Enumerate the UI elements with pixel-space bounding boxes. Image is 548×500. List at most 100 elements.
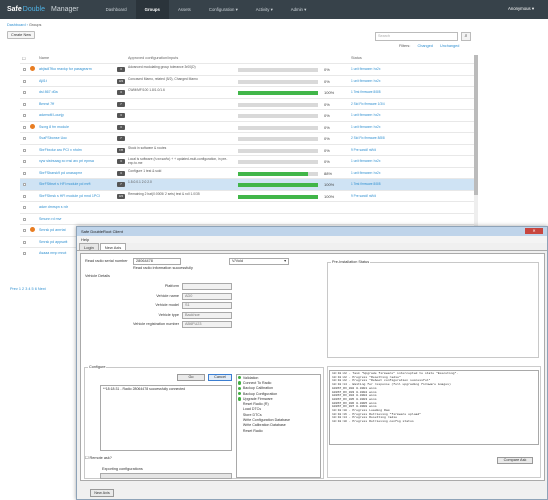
table-row[interactable]: SbrFbxdur aru PCI x nhdm 7/8 Stock in soft… <box>20 143 474 156</box>
status-link[interactable]: 1 unit firmware: hx2x <box>351 159 380 163</box>
group-name-link[interactable]: xyw sistrsaag xo rnsi arc pri epnsa <box>39 159 119 163</box>
nav-item[interactable]: Activity ▾ <box>247 0 282 19</box>
status-link[interactable]: 2 Std Fix firmware 1/3/4 <box>351 102 385 106</box>
table-row[interactable]: adwr dmrspn s rdr <box>20 201 474 213</box>
nav-item[interactable]: Groups <box>135 0 169 19</box>
row-checkbox[interactable] <box>23 91 26 94</box>
new-axis-button[interactable]: New Axis <box>90 489 114 497</box>
app-logo[interactable]: Safe Double Manager <box>7 6 79 13</box>
star-icon[interactable] <box>30 227 35 232</box>
table-row[interactable]: SvaFSbonse Uoc 7 0% 2 Std Fix firmware 8/8/… <box>20 132 474 144</box>
count-badge: 3 <box>117 113 125 118</box>
header-status[interactable]: Status <box>351 56 362 60</box>
table-row[interactable]: SbrFStbsrt s HFl module pd mrft 7 1.5.0.0.… <box>20 178 474 190</box>
table-row[interactable]: abjisdl7fko reaxkp for passgearm 3 Advance… <box>20 63 474 75</box>
table-row[interactable]: SbrFSbrsk s HFl module yd mnd 1PCI 3/4 Rem… <box>20 189 474 202</box>
row-checkbox[interactable] <box>23 160 26 163</box>
group-description: Local is software (h.wr.sw/to) + + updat… <box>128 157 228 165</box>
group-name-link[interactable]: Ajil1t <box>39 79 119 83</box>
group-name-link[interactable]: SbrFStbsrt s HFl module pd mrft <box>39 182 119 186</box>
table-row[interactable]: Ajil1t 3/4 Concaved Mamo, related (5/2), C… <box>20 74 474 87</box>
search-button[interactable]: ⌕ <box>461 32 471 41</box>
group-name-link[interactable]: SvaFSbonse Uoc <box>39 136 119 140</box>
row-checkbox[interactable] <box>23 102 26 106</box>
row-checkbox[interactable] <box>23 217 26 221</box>
group-name-link[interactable]: SbrFbxdur aru PCI x nhdm <box>39 148 119 152</box>
filter-changed[interactable]: Changed <box>417 44 432 48</box>
table-row[interactable]: Bmnst 7ff 7 0% 2 Std Fix firmware 1/3/4 <box>20 97 474 110</box>
status-link[interactable]: 1 unit firmware: hx2x <box>351 113 380 117</box>
breadcrumb-dashboard[interactable]: Dashboard <box>7 23 26 27</box>
group-name-link[interactable]: adwr dmrspn s rdr <box>39 205 119 209</box>
group-name-link[interactable]: Ssxrg 8 fm module <box>39 125 119 129</box>
vehicle-field-value[interactable]: AB6FU23 <box>182 321 232 328</box>
status-link[interactable]: 1 Test firmware 8/8/8 <box>351 182 381 186</box>
remote-ask-checkbox[interactable]: ☐ Remote ask? <box>85 455 112 460</box>
nav-item[interactable]: Admin ▾ <box>282 0 316 19</box>
status-link[interactable]: 1 unit firmware: hx2x <box>351 171 380 175</box>
pagination[interactable]: Prev 1 2 3 4 5 6 Next <box>10 287 46 291</box>
vehicle-field-value[interactable] <box>182 283 232 290</box>
status-link[interactable]: 1 unit firmware: hx2x <box>351 67 380 71</box>
search-input[interactable]: Search <box>375 32 458 41</box>
group-name-link[interactable]: adwmdtl Lounjy <box>39 113 119 117</box>
nav-item[interactable]: Configuration ▾ <box>200 0 247 19</box>
vehicle-field-value[interactable]: AD0 <box>182 292 232 300</box>
go-button[interactable]: Go <box>177 374 205 381</box>
account-menu[interactable]: Anonymous ▾ <box>508 6 534 12</box>
dialog-close-button[interactable]: ✕ <box>525 228 543 234</box>
row-checkbox[interactable] <box>23 183 26 186</box>
status-link[interactable]: 1 unit firmware: hx2x <box>351 125 380 129</box>
group-name-link[interactable]: abjisdl7fko reaxkp for passgearm <box>39 67 119 71</box>
vehicle-field-value[interactable]: S1 <box>182 302 232 309</box>
status-link[interactable]: 9 Pre sand/i nt/t/d <box>351 148 376 152</box>
star-icon[interactable] <box>30 66 35 71</box>
row-checkbox[interactable] <box>23 137 26 140</box>
group-name-link[interactable]: dsl 867 d0a <box>39 90 119 94</box>
cancel-button[interactable]: Cancel <box>208 374 232 381</box>
star-icon[interactable] <box>30 123 35 129</box>
vehicle-field-value[interactable]: Backhoe <box>182 311 232 319</box>
row-checkbox[interactable] <box>23 114 26 117</box>
row-checkbox[interactable] <box>23 252 26 255</box>
scrollbar-thumb[interactable] <box>474 55 478 195</box>
compare-ask-button[interactable]: Compare Ask <box>497 457 533 464</box>
header-approved[interactable]: Approved configuration/inputs <box>128 56 178 60</box>
status-link[interactable]: 1 Test firmware 8/8/8 <box>351 90 381 94</box>
serial-number-field[interactable]: 28064478 <box>133 258 181 265</box>
row-checkbox[interactable] <box>23 229 26 232</box>
group-name-link[interactable]: Smunn rd mvr <box>39 217 119 221</box>
status-link[interactable]: 2 Std Fix firmware 8/8/8 <box>351 136 385 140</box>
row-checkbox[interactable] <box>23 148 26 152</box>
row-checkbox[interactable] <box>23 194 26 198</box>
tab-new-axis[interactable]: New Axis <box>99 243 127 250</box>
table-row[interactable]: adwmdtl Lounjy 3 0% 1 unit firmware: hx2x <box>20 109 474 121</box>
create-new-button[interactable]: Create New <box>7 31 36 39</box>
group-name-link[interactable]: SbrFSbrsk s HFl module yd mnd 1PCI <box>39 194 119 198</box>
status-link[interactable]: 9 Pre sand/i nt/t/d <box>351 194 376 198</box>
progress-fill <box>238 171 309 176</box>
status-link[interactable]: 1 unit firmware: hx2x <box>351 79 380 83</box>
group-name-link[interactable]: SbrFSbarsk9 pd unasapmr <box>39 171 119 175</box>
table-row[interactable]: xyw sistrsaag xo rnsi arc pri epnsa 3 Loca… <box>20 155 474 167</box>
row-checkbox[interactable] <box>23 206 26 209</box>
table-row[interactable]: SbrFSbarsk9 pd unasapmr 3 Configure 1 test… <box>20 166 474 179</box>
header-name[interactable]: Name <box>39 56 49 60</box>
row-checkbox[interactable] <box>23 79 26 83</box>
row-checkbox[interactable] <box>23 68 26 71</box>
filter-unchanged[interactable]: Unchanged <box>440 44 459 48</box>
tab-login[interactable]: Login <box>79 243 99 250</box>
nav-item[interactable]: Assets <box>169 0 200 19</box>
configure-log-box[interactable]: **18:18:31 - Radio 28064478 successfully… <box>100 385 232 451</box>
nav-item[interactable]: Dashboard <box>97 0 136 19</box>
row-checkbox[interactable] <box>23 171 26 175</box>
table-row[interactable]: dsl 867 d0a 3 CWM/MF/100 1.8/1.0/1.6 100% 1 … <box>20 86 474 98</box>
table-row[interactable]: Ssxrg 8 fm module 3 0% 1 unit firmware: hx2… <box>20 120 474 133</box>
table-row[interactable]: Smunn rd mvr <box>20 212 474 225</box>
group-name-link[interactable]: Bmnst 7ff <box>39 102 119 106</box>
row-checkbox[interactable] <box>23 240 26 244</box>
dialog-menu-help[interactable]: Help <box>77 236 547 243</box>
header-checkbox[interactable]: ☐ <box>22 56 25 61</box>
row-checkbox[interactable] <box>23 125 26 129</box>
radio-select[interactable]: V/Vold ▾ <box>229 258 289 265</box>
